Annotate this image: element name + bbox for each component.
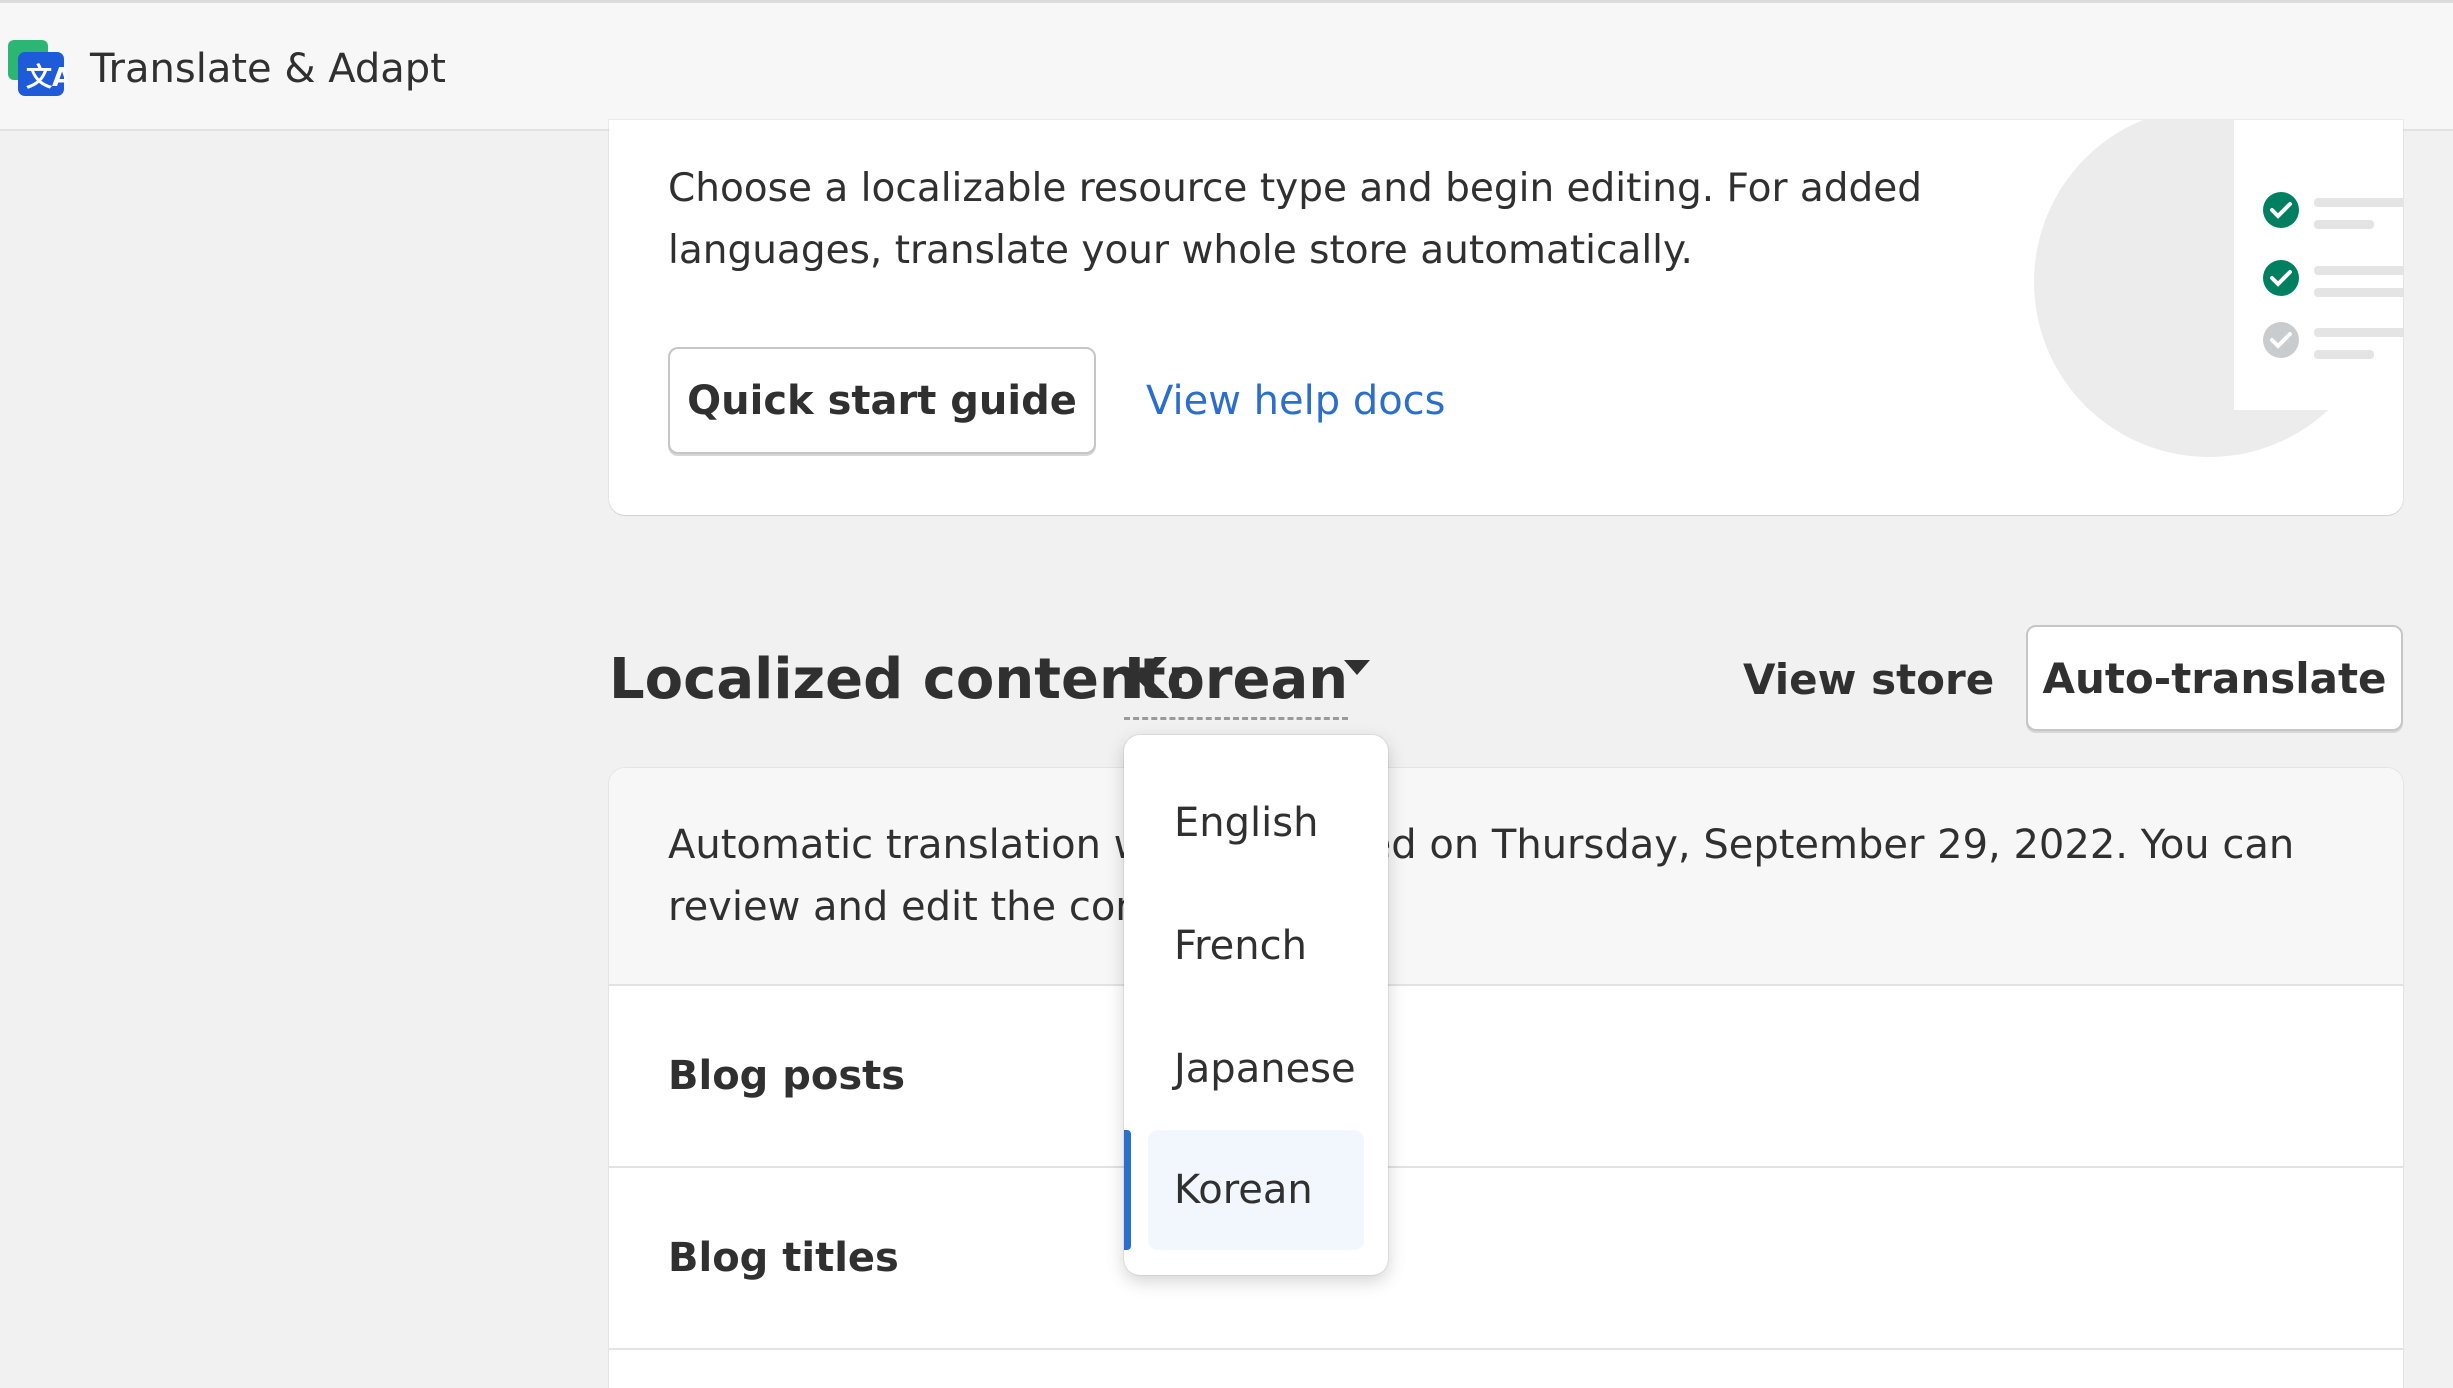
menu-item-english[interactable]: English (1148, 763, 1364, 883)
localized-content-title: Localized content: (609, 647, 1189, 712)
menu-item-french[interactable]: French (1148, 886, 1364, 1006)
translate-icon: 文A (8, 40, 66, 96)
resource-list-card: Automatic translation was completed on T… (609, 768, 2403, 1388)
app-header: 文A Translate & Adapt (0, 0, 2453, 131)
list-item[interactable]: Blog titles (609, 1168, 2403, 1350)
checklist-illustration (2034, 120, 2403, 457)
check-circle-icon (2263, 192, 2299, 228)
row-label: Blog posts (668, 1053, 906, 1099)
list-item[interactable]: Blog posts (609, 986, 2403, 1168)
check-circle-icon (2263, 260, 2299, 296)
quick-start-guide-button[interactable]: Quick start guide (668, 347, 1096, 454)
svg-text:文A: 文A (26, 62, 66, 93)
menu-item-korean[interactable]: Korean (1148, 1130, 1364, 1250)
language-dropdown-menu: English French Japanese Korean (1124, 735, 1388, 1275)
intro-card: Choose a localizable resource type and b… (609, 120, 2403, 515)
auto-translate-button[interactable]: Auto-translate (2026, 625, 2403, 731)
pending-circle-icon (2263, 322, 2299, 358)
view-help-docs-link[interactable]: View help docs (1146, 374, 1446, 428)
menu-item-japanese[interactable]: Japanese (1148, 1009, 1364, 1129)
translation-notice: Automatic translation was completed on T… (609, 768, 2403, 986)
intro-text: Choose a localizable resource type and b… (668, 166, 1923, 273)
row-label: Blog titles (668, 1235, 899, 1281)
selected-indicator (1124, 1130, 1131, 1250)
app-title: Translate & Adapt (90, 46, 446, 92)
view-store-button[interactable]: View store (1743, 648, 1994, 712)
caret-down-icon[interactable] (1344, 660, 1370, 675)
language-select[interactable]: Korean (1124, 640, 1349, 720)
notice-text: Automatic translation was completed on T… (668, 822, 2295, 930)
